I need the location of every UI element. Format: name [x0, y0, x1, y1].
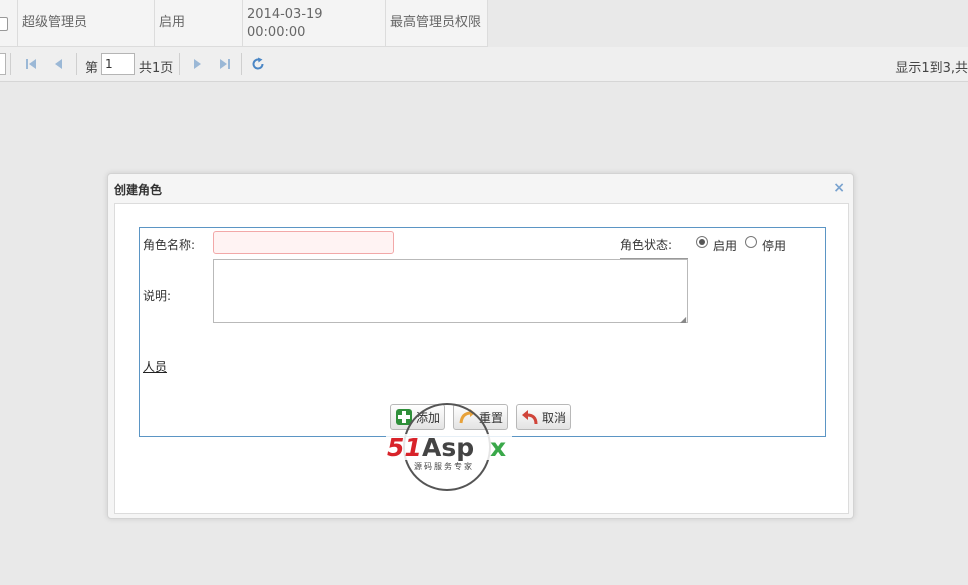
- page-size-select[interactable]: [0, 53, 6, 75]
- last-page-icon[interactable]: [218, 57, 232, 71]
- pager-separator: [179, 53, 180, 75]
- description-label: 说明:: [143, 289, 172, 303]
- reset-button[interactable]: 重置: [453, 404, 509, 430]
- pager-separator: [241, 53, 242, 75]
- cell-description: 最高管理员权限: [386, 0, 488, 46]
- add-button-label: 添加: [416, 410, 441, 425]
- first-page-icon[interactable]: [24, 57, 38, 71]
- next-page-icon[interactable]: [190, 57, 204, 71]
- create-role-dialog: 创建角色 × 角色名称: 角色状态: 启用 停用 说明: ◢ 人员 添加 重置 …: [107, 173, 854, 519]
- add-icon: [396, 409, 412, 425]
- page-prefix-label: 第: [85, 61, 99, 76]
- time-line: 00:00:00: [247, 25, 306, 40]
- pager-separator: [76, 53, 77, 75]
- role-name-input[interactable]: [213, 231, 394, 254]
- cancel-button-label: 取消: [542, 410, 567, 425]
- dialog-body: 角色名称: 角色状态: 启用 停用 说明: ◢ 人员 添加 重置 取消: [114, 203, 849, 514]
- grid-row[interactable]: 超级管理员 启用 2014-03-19 00:00:00 最高管理员权限: [0, 0, 488, 47]
- status-disabled-label[interactable]: 停用: [762, 237, 786, 254]
- cancel-button[interactable]: 取消: [516, 404, 572, 430]
- cell-role-status: 启用: [155, 0, 243, 46]
- role-name-label: 角色名称:: [143, 238, 196, 252]
- role-form: 角色名称: 角色状态: 启用 停用 说明: ◢ 人员 添加 重置 取消: [139, 227, 826, 437]
- pager-info: 显示1到3,共: [895, 61, 968, 76]
- add-button[interactable]: 添加: [390, 404, 446, 430]
- pagination-bar: 第 共1页 显示1到3,共: [0, 47, 968, 82]
- resize-grip-icon[interactable]: ◢: [680, 315, 686, 324]
- prev-page-icon[interactable]: [52, 57, 66, 71]
- people-link[interactable]: 人员: [143, 358, 167, 375]
- reset-button-label: 重置: [479, 410, 504, 425]
- status-enabled-radio[interactable]: [696, 236, 708, 248]
- refresh-icon[interactable]: [251, 57, 265, 71]
- row-checkbox[interactable]: [0, 17, 8, 31]
- reset-icon: [459, 409, 475, 424]
- status-disabled-radio[interactable]: [745, 236, 757, 248]
- page-total-label: 共1页: [139, 61, 174, 76]
- row-checkbox-cell[interactable]: [0, 0, 18, 46]
- status-enabled-label[interactable]: 启用: [713, 237, 737, 254]
- cell-created-date: 2014-03-19 00:00:00: [243, 0, 386, 46]
- page-number-input[interactable]: [101, 53, 135, 75]
- pager-separator: [10, 53, 11, 75]
- date-line: 2014-03-19: [247, 7, 323, 22]
- role-status-label: 角色状态:: [620, 238, 673, 252]
- cell-role-name: 超级管理员: [18, 0, 155, 46]
- dialog-title: 创建角色: [114, 183, 163, 197]
- undo-icon: [522, 410, 538, 425]
- close-icon[interactable]: ×: [833, 180, 845, 196]
- description-textarea[interactable]: [213, 259, 688, 323]
